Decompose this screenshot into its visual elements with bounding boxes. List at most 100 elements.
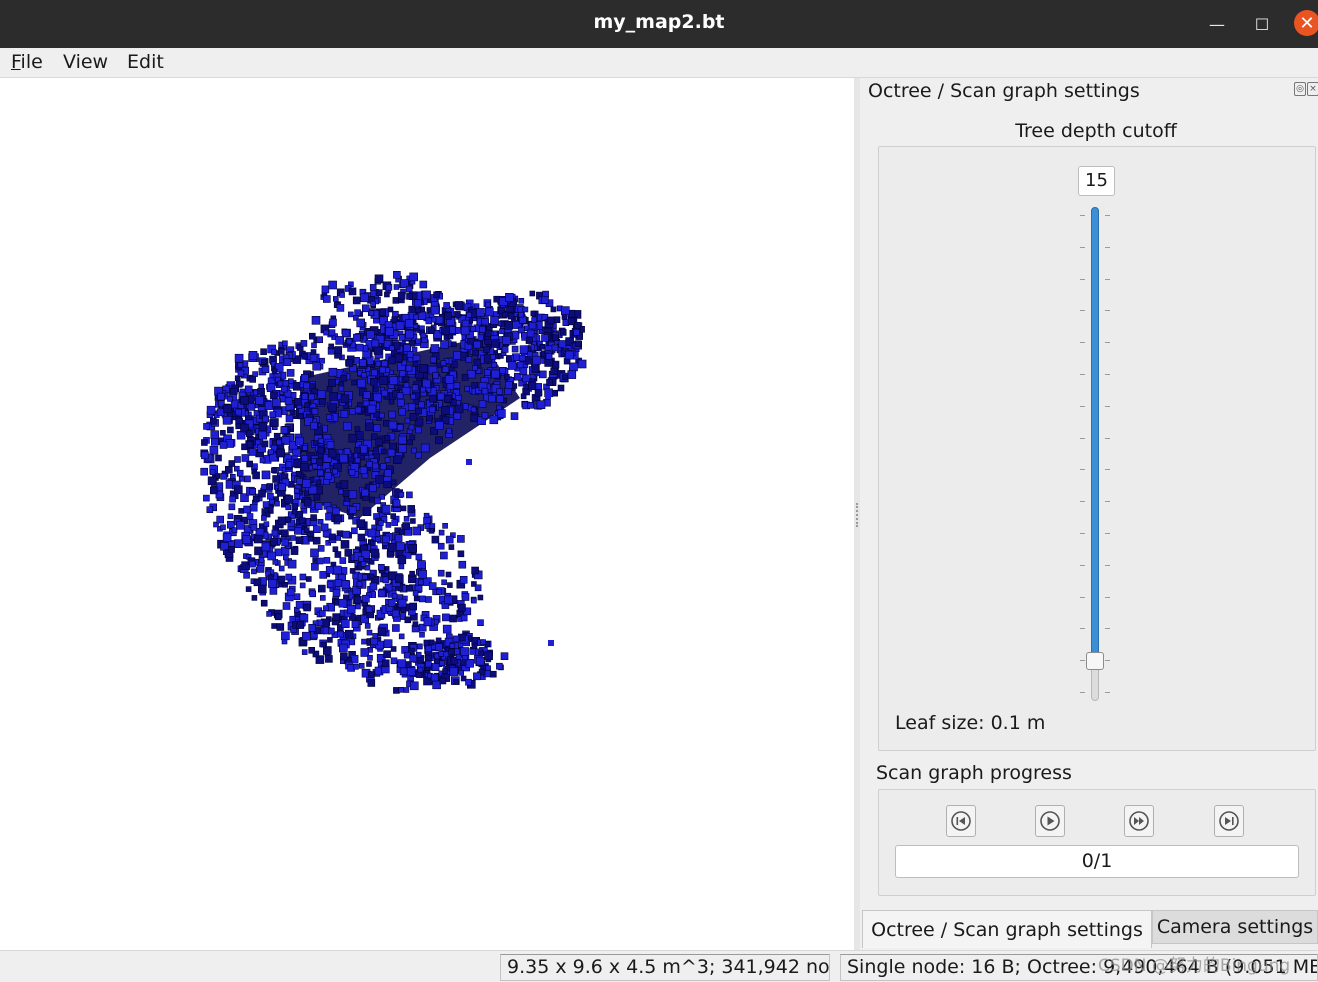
slider-tick — [1080, 692, 1085, 693]
voxel — [440, 551, 448, 560]
voxel — [473, 358, 482, 367]
voxel — [301, 352, 308, 360]
rewind-button[interactable] — [946, 805, 976, 837]
voxel — [413, 595, 420, 602]
voxel — [246, 441, 254, 449]
menu-edit[interactable]: Edit — [127, 51, 164, 73]
voxel — [481, 387, 489, 395]
voxel — [300, 373, 309, 382]
voxel — [334, 346, 343, 354]
menu-file[interactable]: File — [11, 51, 43, 73]
voxel — [244, 475, 251, 483]
voxel — [393, 284, 400, 290]
voxel — [398, 686, 405, 693]
voxel — [390, 479, 397, 486]
voxel — [422, 290, 431, 300]
dock-close-icon[interactable]: × — [1307, 82, 1318, 96]
voxel — [378, 563, 385, 571]
voxel — [297, 413, 304, 420]
voxel — [269, 411, 277, 419]
voxel — [527, 401, 535, 409]
voxel — [375, 289, 383, 296]
voxel — [474, 584, 482, 592]
voxel — [430, 673, 439, 682]
voxel — [372, 633, 379, 639]
voxel — [415, 338, 422, 345]
tab-camera-settings[interactable]: Camera settings — [1152, 910, 1318, 944]
voxel — [207, 476, 217, 486]
voxel — [335, 482, 342, 489]
voxel — [256, 565, 265, 573]
voxel — [453, 382, 461, 389]
voxel — [458, 560, 467, 569]
slider-tick — [1080, 533, 1085, 534]
octree-3d-viewport[interactable] — [0, 78, 854, 950]
voxel — [379, 412, 385, 419]
tree-depth-slider[interactable] — [1091, 207, 1099, 701]
voxel — [460, 647, 469, 656]
voxel — [251, 595, 258, 601]
minimize-icon[interactable]: — — [1203, 10, 1231, 38]
voxel — [477, 619, 484, 627]
voxel — [341, 329, 350, 338]
voxel — [366, 629, 373, 636]
fast-forward-button[interactable] — [1124, 805, 1154, 837]
voxel — [397, 598, 407, 608]
slider-tick — [1080, 501, 1085, 503]
voxel — [311, 342, 317, 349]
voxel — [280, 426, 289, 434]
voxel — [228, 460, 236, 467]
tab-octree-settings[interactable]: Octree / Scan graph settings — [862, 910, 1152, 948]
voxel — [409, 570, 415, 577]
float-icon[interactable]: ◎ — [1294, 82, 1306, 96]
voxel — [452, 635, 460, 643]
slider-tick — [1080, 342, 1085, 344]
voxel — [429, 406, 436, 414]
tree-depth-value[interactable]: 15 — [1078, 166, 1115, 196]
close-icon[interactable]: ✕ — [1294, 10, 1318, 36]
fast-forward-icon — [1129, 811, 1149, 831]
voxel — [294, 397, 302, 406]
voxel — [466, 459, 472, 465]
voxel — [210, 430, 220, 440]
voxel — [461, 593, 470, 601]
voxel — [261, 365, 270, 374]
voxel — [238, 508, 244, 514]
voxel — [428, 327, 435, 334]
voxel — [438, 651, 445, 657]
slider-handle[interactable] — [1086, 652, 1104, 670]
voxel — [276, 439, 282, 446]
voxel — [352, 296, 361, 305]
voxel — [248, 448, 257, 456]
voxel — [387, 551, 394, 558]
voxel — [325, 565, 334, 574]
voxel — [565, 350, 574, 360]
voxel — [319, 398, 326, 406]
play-button[interactable] — [1035, 805, 1065, 837]
voxel — [441, 406, 450, 415]
menu-view[interactable]: View — [63, 51, 108, 73]
voxel — [420, 332, 427, 339]
voxel — [507, 361, 517, 370]
voxel — [301, 649, 308, 655]
voxel — [499, 328, 505, 335]
voxel — [569, 362, 578, 372]
voxel — [370, 548, 380, 558]
voxel — [414, 307, 421, 314]
voxel — [293, 526, 302, 535]
voxel — [444, 595, 453, 605]
maximize-icon[interactable]: ☐ — [1248, 10, 1276, 38]
voxel — [541, 334, 549, 342]
voxel — [355, 343, 364, 352]
voxel — [475, 656, 485, 666]
voxel — [520, 393, 527, 400]
voxel — [437, 392, 445, 401]
voxel — [295, 470, 302, 477]
voxel — [453, 412, 462, 420]
voxel — [351, 527, 358, 535]
skip-to-end-button[interactable] — [1214, 805, 1244, 837]
tree-depth-group: 15 Leaf size: 0.1 m — [878, 146, 1316, 751]
voxel — [419, 631, 425, 638]
voxel — [287, 559, 297, 569]
voxel — [377, 627, 387, 637]
